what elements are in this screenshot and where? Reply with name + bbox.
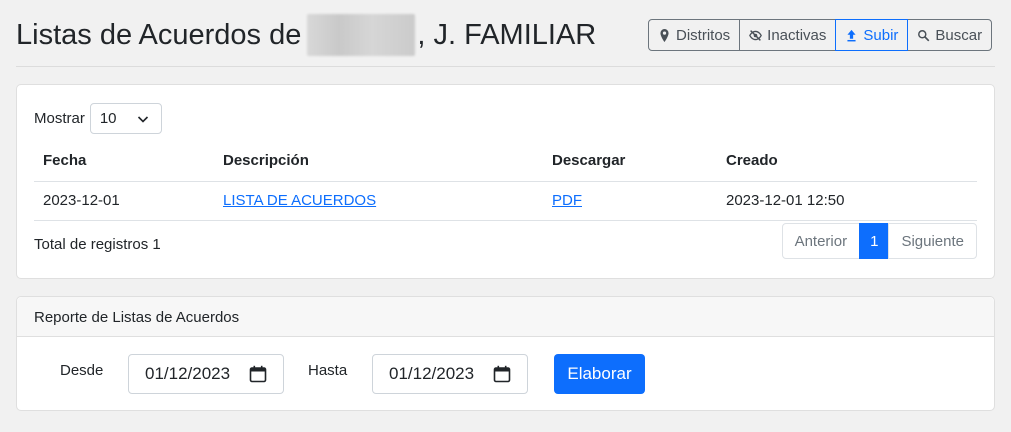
distritos-label: Distritos xyxy=(676,26,731,44)
elaborar-button[interactable]: Elaborar xyxy=(554,354,645,394)
page-title: Listas de Acuerdos de , J. FAMILIAR xyxy=(16,14,596,56)
distritos-button[interactable]: Distritos xyxy=(648,19,741,51)
toolbar: Distritos Inactivas Subir Buscar xyxy=(648,19,993,51)
column-header-descripcion[interactable]: Descripción xyxy=(214,141,543,182)
pagination-prev[interactable]: Anterior xyxy=(781,223,861,259)
hasta-date-value: 01/12/2023 xyxy=(389,364,475,383)
cell-fecha: 2023-12-01 xyxy=(34,181,214,221)
page-length-select[interactable]: 10 xyxy=(89,103,162,134)
total-records: Total de registros 1 xyxy=(34,236,161,253)
pagination: Anterior 1 Siguiente xyxy=(781,223,977,259)
cell-creado: 2023-12-01 12:50 xyxy=(717,181,977,221)
mostrar-label: Mostrar xyxy=(34,110,85,127)
column-header-creado[interactable]: Creado xyxy=(717,141,977,182)
page-title-prefix: Listas de Acuerdos de xyxy=(16,18,302,51)
page-length-control: Mostrar 10 xyxy=(34,103,162,134)
calendar-icon[interactable] xyxy=(493,365,511,383)
map-pin-icon xyxy=(660,28,669,42)
title-divider xyxy=(16,66,995,67)
cell-descripcion: LISTA DE ACUERDOS xyxy=(214,181,543,221)
page-title-suffix: , J. FAMILIAR xyxy=(417,18,597,51)
table-header-row: Fecha Descripción Descargar Creado xyxy=(34,141,977,182)
subir-label: Subir xyxy=(863,26,899,44)
pagination-next[interactable]: Siguiente xyxy=(888,223,977,259)
buscar-label: Buscar xyxy=(935,26,983,44)
desde-date-input[interactable]: 01/12/2023 xyxy=(128,354,284,394)
search-icon xyxy=(918,29,930,41)
eye-slash-icon xyxy=(749,29,763,41)
chevron-down-icon xyxy=(137,115,148,123)
report-card-title: Reporte de Listas de Acuerdos xyxy=(17,297,994,337)
calendar-icon[interactable] xyxy=(249,365,267,383)
hasta-label: Hasta xyxy=(308,362,348,379)
table-row: 2023-12-01 LISTA DE ACUERDOS PDF 2023-12… xyxy=(34,181,977,221)
column-header-descargar[interactable]: Descargar xyxy=(543,141,717,182)
upload-icon xyxy=(847,29,856,41)
cell-descargar: PDF xyxy=(543,181,717,221)
redacted-name xyxy=(307,14,416,56)
inactivas-button[interactable]: Inactivas xyxy=(739,19,837,51)
subir-button[interactable]: Subir xyxy=(835,19,909,51)
desde-date-value: 01/12/2023 xyxy=(145,364,231,383)
report-card: Reporte de Listas de Acuerdos Desde 01/1… xyxy=(16,296,995,411)
pagination-page[interactable]: 1 xyxy=(859,223,890,259)
acuerdos-table: Fecha Descripción Descargar Creado 2023-… xyxy=(34,141,977,221)
inactivas-label: Inactivas xyxy=(767,26,827,44)
column-header-fecha[interactable]: Fecha xyxy=(34,141,214,182)
page-length-value: 10 xyxy=(99,110,117,127)
desde-label: Desde xyxy=(60,362,104,379)
hasta-date-input[interactable]: 01/12/2023 xyxy=(372,354,528,394)
pdf-download-link[interactable]: PDF xyxy=(552,192,582,209)
acuerdos-list-card: Mostrar 10 Fecha Descripción Descargar C… xyxy=(16,84,995,279)
descripcion-link[interactable]: LISTA DE ACUERDOS xyxy=(223,192,376,209)
buscar-button[interactable]: Buscar xyxy=(907,19,993,51)
